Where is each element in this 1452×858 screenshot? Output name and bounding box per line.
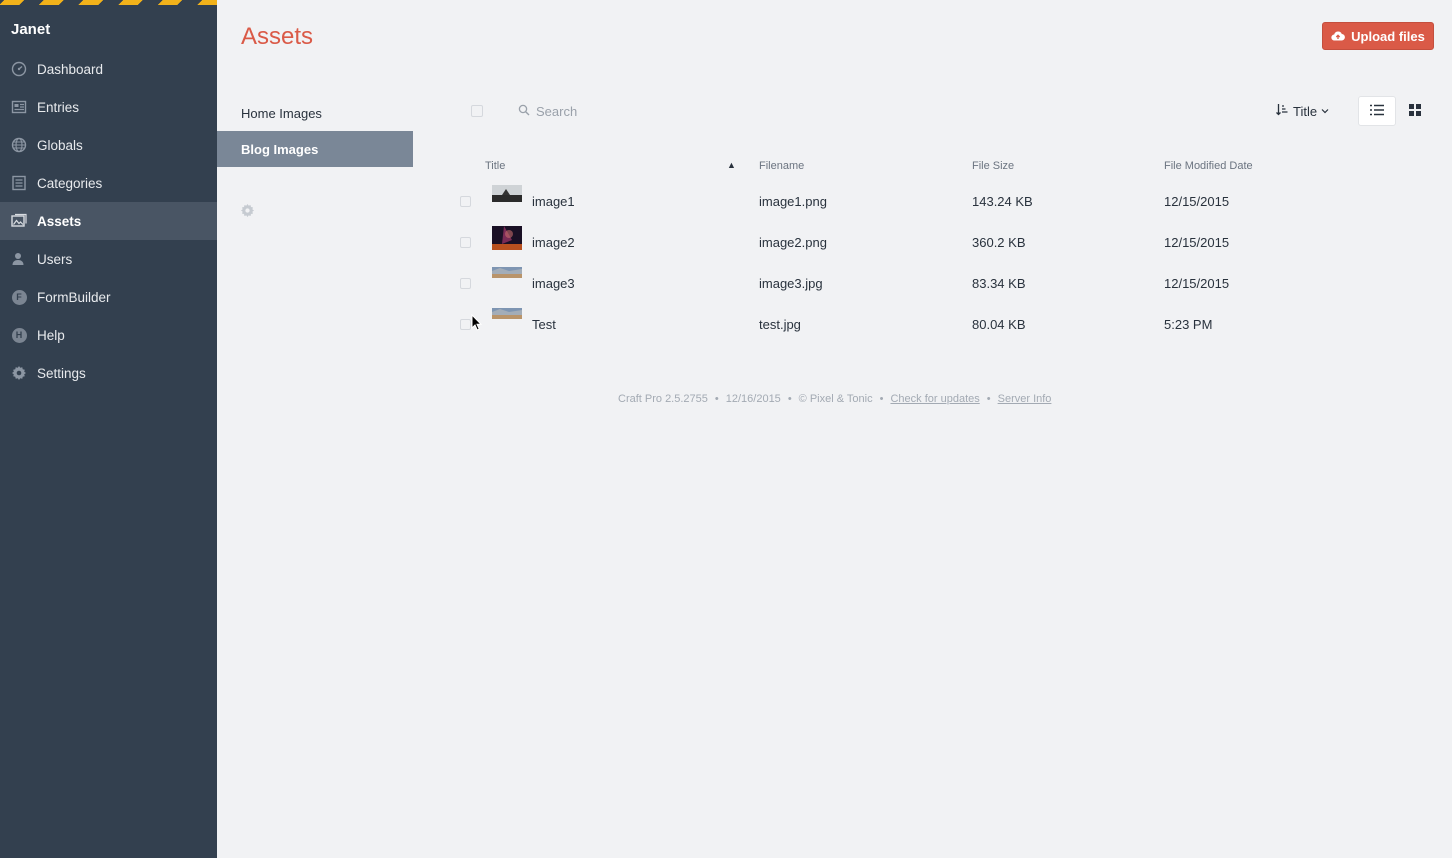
row-checkbox[interactable] xyxy=(460,196,471,207)
column-header-filename[interactable]: Filename xyxy=(759,160,804,172)
sort-menu-button[interactable]: Title xyxy=(1276,100,1334,122)
source-home-images[interactable]: Home Images xyxy=(217,95,413,131)
asset-modified-date: 12/15/2015 xyxy=(1164,194,1230,209)
sidebar-item-dashboard[interactable]: Dashboard xyxy=(0,50,217,88)
footer-separator: • xyxy=(986,393,991,405)
mouse-cursor-icon xyxy=(471,313,483,334)
asset-title[interactable]: image3 xyxy=(532,276,575,291)
sort-icon xyxy=(1276,103,1293,119)
asset-modified-date: 12/15/2015 xyxy=(1164,276,1230,291)
asset-modified-date: 5:23 PM xyxy=(1164,317,1213,332)
sidebar-item-label: Globals xyxy=(37,137,83,153)
dev-mode-stripe xyxy=(0,0,217,5)
source-blog-images[interactable]: Blog Images xyxy=(217,131,413,167)
grid-view-icon xyxy=(1409,103,1421,119)
footer-separator: • xyxy=(879,393,884,405)
sidebar-item-label: Settings xyxy=(37,365,86,381)
column-header-title[interactable]: Title xyxy=(485,160,505,172)
search-input[interactable] xyxy=(536,103,796,119)
table-row[interactable]: image1 image1.png 143.24 KB 12/15/2015 xyxy=(455,185,1435,226)
sources-settings-gear-icon[interactable] xyxy=(240,203,255,218)
asset-file-size: 80.04 KB xyxy=(972,317,1026,332)
server-info-link[interactable]: Server Info xyxy=(998,393,1052,405)
sidebar-item-globals[interactable]: Globals xyxy=(0,126,217,164)
sidebar-item-label: FormBuilder xyxy=(37,289,111,305)
sidebar-item-label: Entries xyxy=(37,99,80,115)
footer-version: Craft Pro 2.5.2755 xyxy=(618,393,708,405)
site-name[interactable]: Janet xyxy=(11,21,50,38)
row-checkbox[interactable] xyxy=(460,319,471,330)
formbuilder-icon: F xyxy=(11,289,27,305)
asset-title[interactable]: Test xyxy=(532,317,556,332)
sidebar-item-assets[interactable]: Assets xyxy=(0,202,217,240)
chevron-down-icon xyxy=(1321,108,1334,114)
formbuilder-letter: F xyxy=(11,289,27,305)
sidebar-item-entries[interactable]: Entries xyxy=(0,88,217,126)
table-row[interactable]: image2 image2.png 360.2 KB 12/15/2015 xyxy=(455,226,1435,267)
help-icon: H xyxy=(11,327,27,343)
sidebar-nav: Dashboard Entries Globals Categories Ass… xyxy=(0,50,217,392)
sidebar-item-label: Dashboard xyxy=(37,61,104,77)
search-icon xyxy=(512,104,536,119)
sidebar-item-settings[interactable]: Settings xyxy=(0,354,217,392)
table-row[interactable]: image3 image3.jpg 83.34 KB 12/15/2015 xyxy=(455,267,1435,308)
check-for-updates-link[interactable]: Check for updates xyxy=(890,393,979,405)
sort-label: Title xyxy=(1293,103,1318,119)
select-all-checkbox[interactable] xyxy=(471,105,483,117)
sidebar-item-categories[interactable]: Categories xyxy=(0,164,217,202)
column-header-modified-date[interactable]: File Modified Date xyxy=(1164,160,1253,172)
sort-ascending-icon: ▲ xyxy=(727,160,736,170)
globe-icon xyxy=(11,137,27,153)
users-icon xyxy=(11,251,27,267)
sidebar-item-formbuilder[interactable]: F FormBuilder xyxy=(0,278,217,316)
search-bar xyxy=(512,100,812,122)
footer-date: 12/16/2015 xyxy=(725,393,781,405)
asset-thumbnail xyxy=(492,267,522,291)
assets-icon xyxy=(11,213,27,229)
asset-filename: image1.png xyxy=(759,194,827,209)
asset-sources: Home Images Blog Images xyxy=(217,95,413,167)
asset-file-size: 143.24 KB xyxy=(972,194,1033,209)
row-checkbox[interactable] xyxy=(460,237,471,248)
footer: Craft Pro 2.5.2755 • 12/16/2015 • © Pixel & … xyxy=(618,393,1051,405)
column-header-file-size[interactable]: File Size xyxy=(972,160,1014,172)
sidebar-item-label: Categories xyxy=(37,175,103,191)
asset-modified-date: 12/15/2015 xyxy=(1164,235,1230,250)
sidebar-item-label: Help xyxy=(37,327,65,343)
footer-copyright: © Pixel & Tonic xyxy=(798,393,873,405)
asset-filename: test.jpg xyxy=(759,317,801,332)
gear-icon xyxy=(11,365,27,381)
page-title: Assets xyxy=(241,23,314,50)
source-label: Home Images xyxy=(241,105,322,121)
asset-file-size: 360.2 KB xyxy=(972,235,1026,250)
footer-separator: • xyxy=(714,393,719,405)
sidebar-item-help[interactable]: H Help xyxy=(0,316,217,354)
table-row[interactable]: Test test.jpg 80.04 KB 5:23 PM xyxy=(455,308,1435,349)
asset-title[interactable]: image2 xyxy=(532,235,575,250)
asset-thumbnail xyxy=(492,226,522,250)
upload-files-button[interactable]: Upload files xyxy=(1322,22,1434,50)
source-label: Blog Images xyxy=(241,141,319,157)
asset-title[interactable]: image1 xyxy=(532,194,575,209)
asset-filename: image2.png xyxy=(759,235,827,250)
asset-thumbnail xyxy=(492,308,522,332)
grid-view-button[interactable] xyxy=(1396,96,1434,126)
upload-files-label: Upload files xyxy=(1351,28,1425,44)
help-letter: H xyxy=(11,327,27,343)
row-checkbox[interactable] xyxy=(460,278,471,289)
asset-file-size: 83.34 KB xyxy=(972,276,1026,291)
asset-filename: image3.jpg xyxy=(759,276,823,291)
entries-icon xyxy=(11,99,27,115)
cloud-upload-icon xyxy=(1331,30,1346,42)
categories-icon xyxy=(11,175,27,191)
asset-thumbnail xyxy=(492,185,522,209)
list-view-icon xyxy=(1370,104,1384,119)
sidebar-item-users[interactable]: Users xyxy=(0,240,217,278)
dashboard-icon xyxy=(11,61,27,77)
sidebar: Janet Dashboard Entries Globals Categori… xyxy=(0,0,217,858)
sidebar-item-label: Users xyxy=(37,251,73,267)
sidebar-item-label: Assets xyxy=(37,213,82,229)
list-view-button[interactable] xyxy=(1358,96,1396,126)
footer-separator: • xyxy=(787,393,792,405)
